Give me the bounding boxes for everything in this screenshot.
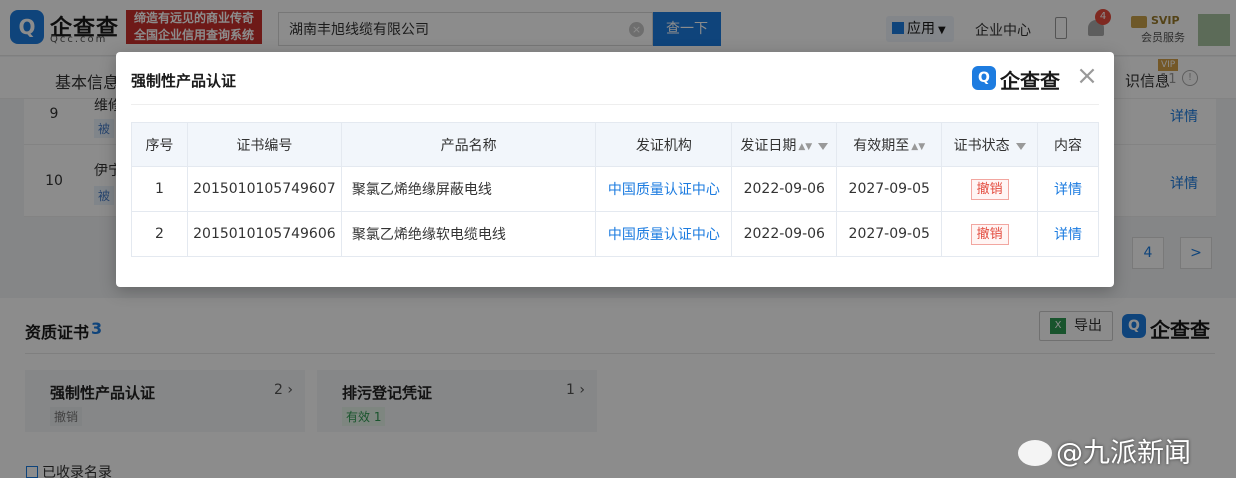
col-header-product: 产品名称: [340, 122, 597, 167]
col-header-issuer: 发证机构: [595, 122, 733, 167]
cell-detail-link[interactable]: 详情: [1037, 211, 1099, 257]
divider: [131, 104, 1099, 105]
cell-expiry: 2027-09-05: [836, 166, 943, 212]
cell-issuer-link[interactable]: 中国质量认证中心: [595, 166, 733, 212]
col-header-cert-no: 证书编号: [186, 122, 342, 167]
cell-product: 聚氯乙烯绝缘软电缆电线: [340, 211, 597, 257]
cert-table: 序号 证书编号 产品名称 发证机构 发证日期 ▲▼ 有效期至 ▲▼ 证书状态 内容 …: [131, 122, 1099, 257]
table-row: 1 2015010105749607 聚氯乙烯绝缘屏蔽电线 中国质量认证中心 2…: [131, 166, 1099, 212]
watermark-text: @九派新闻: [1056, 438, 1191, 469]
cell-cert-no: 2015010105749607: [186, 166, 342, 212]
sort-icon[interactable]: ▲▼: [798, 142, 812, 152]
logo-badge-icon: Q: [972, 66, 996, 90]
modal-logo: Q 企查查: [972, 65, 1068, 93]
cell-issue-date: 2022-09-06: [731, 166, 838, 212]
filter-icon[interactable]: [818, 142, 829, 150]
modal-title: 强制性产品认证: [131, 72, 237, 90]
table-row: 2 2015010105749606 聚氯乙烯绝缘软电缆电线 中国质量认证中心 …: [131, 211, 1099, 257]
sort-icon[interactable]: ▲▼: [911, 142, 925, 152]
cell-product: 聚氯乙烯绝缘屏蔽电线: [340, 166, 597, 212]
cell-expiry: 2027-09-05: [836, 211, 943, 257]
cell-index: 1: [131, 166, 188, 212]
col-header-index: 序号: [131, 122, 188, 167]
cell-cert-no: 2015010105749606: [186, 211, 342, 257]
cell-issue-date: 2022-09-06: [731, 211, 838, 257]
col-header-issue-date[interactable]: 发证日期 ▲▼: [731, 122, 838, 167]
cell-detail-link[interactable]: 详情: [1037, 166, 1099, 212]
cell-issuer-link[interactable]: 中国质量认证中心: [595, 211, 733, 257]
col-header-expiry[interactable]: 有效期至 ▲▼: [836, 122, 943, 167]
weibo-icon: [1018, 440, 1052, 466]
modal-logo-text: 企查查: [1000, 69, 1060, 93]
cell-index: 2: [131, 211, 188, 257]
cell-status: 撤销: [941, 211, 1039, 257]
table-header-row: 序号 证书编号 产品名称 发证机构 发证日期 ▲▼ 有效期至 ▲▼ 证书状态 内容: [131, 122, 1099, 167]
watermark: @九派新闻: [1018, 431, 1191, 470]
col-header-status[interactable]: 证书状态: [941, 122, 1039, 167]
close-icon[interactable]: ×: [1074, 63, 1100, 89]
status-badge: 撤销: [970, 223, 1009, 245]
cell-status: 撤销: [941, 166, 1039, 212]
status-badge: 撤销: [970, 178, 1009, 200]
filter-icon[interactable]: [1015, 142, 1026, 150]
col-header-content: 内容: [1037, 122, 1099, 167]
cert-modal: 强制性产品认证 Q 企查查 × 序号 证书编号 产品名称 发证机构 发证日期 ▲▼…: [116, 52, 1114, 287]
